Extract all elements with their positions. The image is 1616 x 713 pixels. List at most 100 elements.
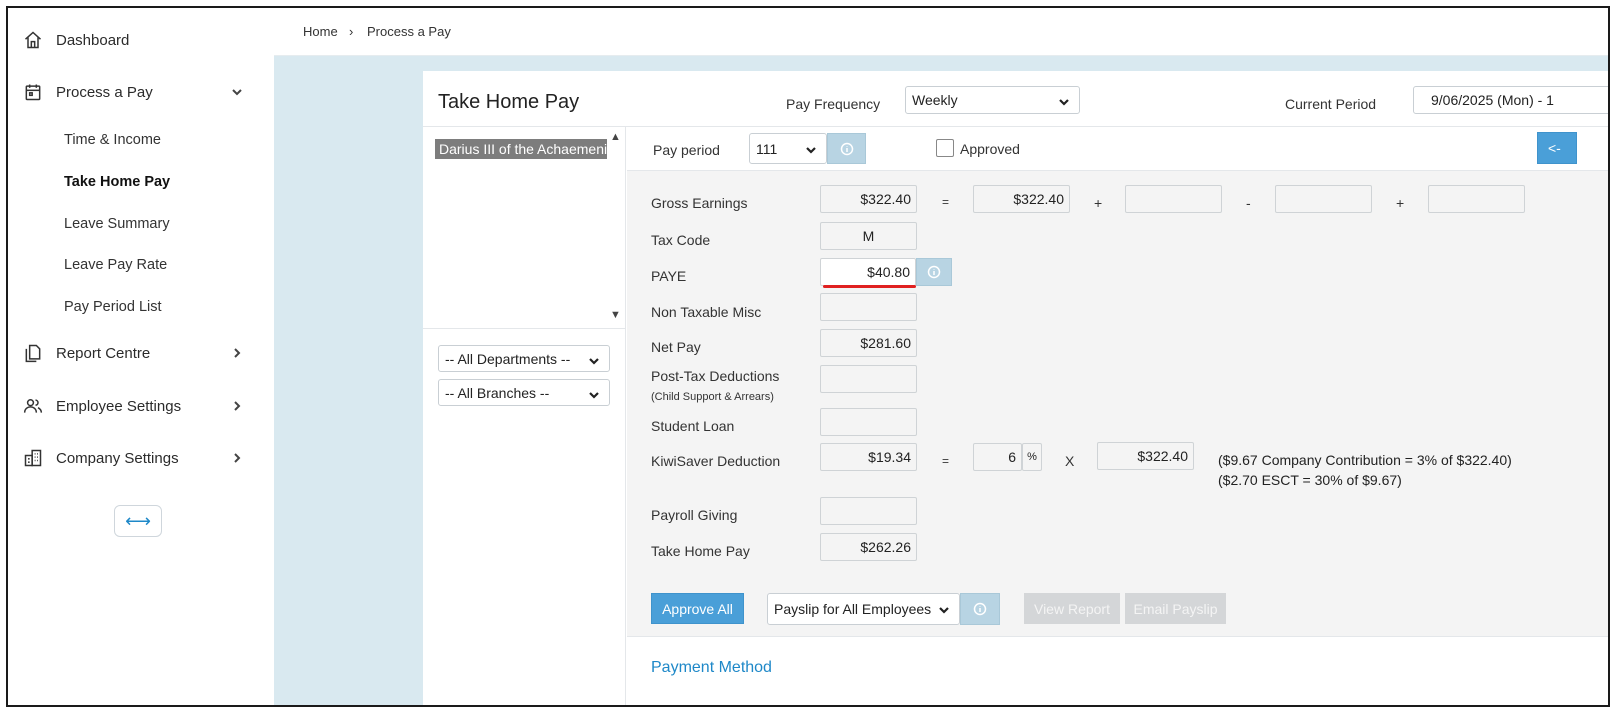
- sidebar-subitem-take-home-pay[interactable]: Take Home Pay: [64, 174, 170, 190]
- chevron-down-icon: [938, 603, 950, 615]
- post-tax-deductions-sublabel: (Child Support & Arrears): [651, 391, 774, 403]
- approve-all-button[interactable]: Approve All: [651, 593, 744, 624]
- chevron-right-icon: [230, 346, 244, 360]
- breadcrumb: Home › Process a Pay: [274, 8, 1608, 56]
- pay-period-label: Pay period: [653, 142, 720, 158]
- info-icon: [840, 142, 853, 155]
- non-taxable-misc-label: Non Taxable Misc: [651, 304, 762, 320]
- esct-note: ($2.70 ESCT = 30% of $9.67): [1218, 472, 1402, 488]
- gross-earnings-field[interactable]: $322.40: [820, 185, 917, 213]
- sidebar-item-label: Dashboard: [56, 31, 130, 49]
- sidebar-item-label: Company Settings: [56, 449, 179, 467]
- approved-label: Approved: [960, 141, 1020, 157]
- minus-sign: -: [1246, 195, 1251, 211]
- home-icon: [22, 29, 44, 51]
- kiwisaver-base-field[interactable]: $322.40: [1097, 442, 1194, 470]
- resize-horizontal-icon: ⟷: [125, 510, 151, 531]
- chevron-down-icon: [588, 354, 600, 366]
- documents-icon: [22, 342, 44, 364]
- chevron-up-icon[interactable]: ▲: [610, 131, 621, 143]
- pay-period-select[interactable]: 111: [749, 133, 827, 164]
- chevron-down-icon[interactable]: ▼: [610, 309, 621, 321]
- gross-component-2-field[interactable]: [1125, 185, 1222, 213]
- page-title: Take Home Pay: [438, 91, 580, 113]
- take-home-pay-card: Take Home Pay Pay Frequency Weekly Curre…: [423, 71, 1608, 705]
- equals-sign: =: [942, 195, 950, 209]
- kiwisaver-rate-field[interactable]: 6: [973, 443, 1022, 471]
- chevron-right-icon: ›: [349, 24, 354, 39]
- pay-frequency-select[interactable]: Weekly: [905, 86, 1080, 114]
- plus-sign: +: [1396, 195, 1405, 211]
- non-taxable-misc-field[interactable]: [820, 293, 917, 321]
- department-select[interactable]: -- All Departments --: [438, 345, 610, 372]
- highlight-underline: [823, 285, 916, 288]
- app-window: Dashboard Process a Pay Time & Income Ta…: [6, 6, 1610, 707]
- breadcrumb-home-link[interactable]: Home: [303, 24, 338, 39]
- employee-list: Darius III of the Achaemenid ▲ ▼: [423, 127, 626, 329]
- collapse-sidebar-button[interactable]: ⟷: [114, 505, 162, 537]
- users-icon: [22, 395, 44, 417]
- payroll-giving-field[interactable]: [820, 497, 917, 525]
- sidebar-item-label: Employee Settings: [56, 397, 182, 415]
- department-value: -- All Departments --: [445, 350, 571, 367]
- plus-sign: +: [1094, 195, 1103, 211]
- sidebar-item-report-centre[interactable]: Report Centre: [8, 333, 274, 373]
- sidebar-item-process-a-pay[interactable]: Process a Pay: [8, 72, 274, 112]
- company-contribution-note: ($9.67 Company Contribution = 3% of $322…: [1218, 452, 1512, 468]
- payslip-info-button[interactable]: [960, 593, 1000, 625]
- multiply-sign: X: [1065, 453, 1075, 469]
- email-payslip-button[interactable]: Email Payslip: [1125, 593, 1226, 624]
- sidebar: Dashboard Process a Pay Time & Income Ta…: [8, 8, 274, 705]
- paye-field[interactable]: $40.80: [820, 258, 916, 286]
- current-period-value: 9/06/2025 (Mon) - 1: [1431, 92, 1554, 108]
- chevron-right-icon: [230, 451, 244, 465]
- gross-earnings-label: Gross Earnings: [651, 195, 748, 211]
- payslip-select[interactable]: Payslip for All Employees: [767, 593, 960, 625]
- filters-panel: -- All Departments -- -- All Branches --: [423, 329, 626, 705]
- post-tax-deductions-label: Post-Tax Deductions: [651, 368, 780, 384]
- branch-select[interactable]: -- All Branches --: [438, 379, 610, 406]
- sidebar-subitem-time-income[interactable]: Time & Income: [64, 132, 161, 148]
- scrollbar[interactable]: ▲ ▼: [608, 131, 622, 323]
- action-bar: Approve All Payslip for All Employees Vi…: [627, 583, 1608, 637]
- post-tax-deductions-field[interactable]: [820, 365, 917, 393]
- info-icon: [973, 602, 987, 616]
- sidebar-item-label: Process a Pay: [56, 83, 153, 101]
- payslip-option-value: Payslip for All Employees: [774, 601, 932, 617]
- sidebar-item-dashboard[interactable]: Dashboard: [8, 20, 274, 60]
- approved-checkbox[interactable]: [936, 139, 954, 157]
- paye-label: PAYE: [651, 268, 687, 284]
- sidebar-item-company-settings[interactable]: Company Settings: [8, 438, 274, 478]
- student-loan-field[interactable]: [820, 408, 917, 436]
- sidebar-subitem-leave-summary[interactable]: Leave Summary: [64, 216, 170, 232]
- pay-frequency-value: Weekly: [912, 92, 958, 108]
- sidebar-item-employee-settings[interactable]: Employee Settings: [8, 386, 274, 426]
- pay-period-info-button[interactable]: [827, 133, 866, 164]
- net-pay-field[interactable]: $281.60: [820, 329, 917, 357]
- building-icon: [22, 447, 44, 469]
- breadcrumb-current: Process a Pay: [367, 24, 451, 39]
- gross-component-3-field[interactable]: [1275, 185, 1372, 213]
- current-period-label: Current Period: [1285, 96, 1377, 112]
- previous-employee-button[interactable]: <-: [1537, 132, 1577, 164]
- calendar-icon: [22, 81, 44, 103]
- view-report-button[interactable]: View Report: [1024, 593, 1120, 624]
- net-pay-label: Net Pay: [651, 339, 701, 355]
- student-loan-label: Student Loan: [651, 418, 735, 434]
- list-item[interactable]: Darius III of the Achaemenid: [435, 139, 607, 159]
- tax-code-field[interactable]: M: [820, 222, 917, 250]
- paye-info-button[interactable]: [916, 258, 952, 286]
- take-home-pay-field[interactable]: $262.26: [820, 533, 917, 561]
- chevron-down-icon: [1058, 95, 1070, 107]
- pay-frequency-label: Pay Frequency: [786, 96, 881, 112]
- kiwisaver-field[interactable]: $19.34: [820, 443, 917, 471]
- payment-method-section[interactable]: Payment Method: [651, 659, 772, 677]
- current-period-select[interactable]: 9/06/2025 (Mon) - 1: [1413, 86, 1608, 114]
- info-icon: [927, 265, 941, 279]
- sidebar-subitem-leave-pay-rate[interactable]: Leave Pay Rate: [64, 257, 167, 273]
- sidebar-subitem-pay-period-list[interactable]: Pay Period List: [64, 299, 162, 315]
- percent-sign: %: [1022, 443, 1042, 471]
- pay-details: Gross Earnings $322.40 = $322.40 + - + T…: [627, 171, 1608, 583]
- gross-component-1-field[interactable]: $322.40: [973, 185, 1070, 213]
- gross-component-4-field[interactable]: [1428, 185, 1525, 213]
